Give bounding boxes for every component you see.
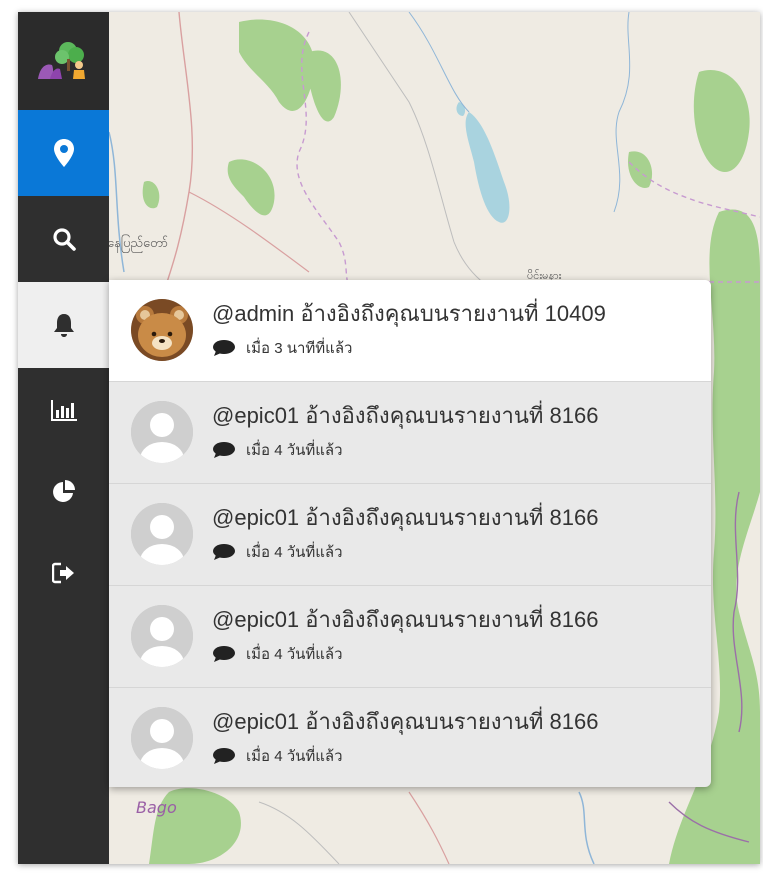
avatar	[131, 605, 193, 667]
comment-icon	[213, 544, 235, 560]
sidebar-item-notifications[interactable]	[18, 282, 109, 368]
map-marker-icon	[53, 139, 74, 167]
notification-time: เมื่อ 4 วันที่แล้ว	[246, 442, 343, 459]
notifications-popup: @admin อ้างอิงถึงคุณบนรายงานที่ 10409 เม…	[109, 280, 711, 787]
comment-icon	[213, 748, 235, 764]
avatar	[131, 503, 193, 565]
notification-item[interactable]: @epic01 อ้างอิงถึงคุณบนรายงานที่ 8166 เม…	[109, 586, 711, 688]
avatar	[131, 401, 193, 463]
notification-item[interactable]: @epic01 อ้างอิงถึงคุณบนรายงานที่ 8166 เม…	[109, 484, 711, 586]
search-icon	[52, 228, 76, 251]
avatar	[131, 707, 193, 769]
notification-item[interactable]: @epic01 อ้างอิงถึงคุณบนรายงานที่ 8166 เม…	[109, 382, 711, 484]
notification-message: @epic01 อ้างอิงถึงคุณบนรายงานที่ 8166	[212, 709, 599, 734]
notification-message: @epic01 อ้างอิงถึงคุณบนรายงานที่ 8166	[212, 505, 599, 530]
notification-time: เมื่อ 4 วันที่แล้ว	[246, 748, 343, 765]
sidebar-item-statistics[interactable]	[18, 382, 109, 438]
notification-item[interactable]: @admin อ้างอิงถึงคุณบนรายงานที่ 10409 เม…	[109, 280, 711, 382]
bell-icon	[53, 314, 74, 337]
notification-time: เมื่อ 4 วันที่แล้ว	[246, 646, 343, 663]
sidebar-item-search[interactable]	[18, 196, 109, 282]
app-logo[interactable]	[18, 12, 109, 110]
notification-time: เมื่อ 3 นาทีที่แล้ว	[246, 340, 353, 357]
notification-meta: เมื่อ 4 วันที่แล้ว	[212, 438, 343, 462]
pie-chart-icon	[52, 480, 75, 502]
bar-chart-icon	[50, 400, 77, 421]
notification-meta: เมื่อ 3 นาทีที่แล้ว	[212, 336, 352, 360]
comment-icon	[213, 340, 235, 356]
notification-meta: เมื่อ 4 วันที่แล้ว	[212, 642, 343, 666]
default-avatar-icon	[131, 401, 193, 463]
app-window: နေပြည်တော် ပိုင်းမနား Bago @admin อ้างอิ…	[18, 12, 760, 864]
bear-avatar-icon	[131, 299, 193, 361]
notification-meta: เมื่อ 4 วันที่แล้ว	[212, 744, 343, 768]
sidebar-item-logout[interactable]	[18, 545, 109, 601]
sidebar-item-map[interactable]	[18, 110, 109, 196]
sign-out-icon	[51, 562, 74, 584]
map-label-bago: Bago	[136, 798, 177, 817]
notification-item[interactable]: @epic01 อ้างอิงถึงคุณบนรายงานที่ 8166 เม…	[109, 688, 711, 787]
notification-message: @admin อ้างอิงถึงคุณบนรายงานที่ 10409	[212, 301, 606, 326]
notification-message: @epic01 อ้างอิงถึงคุณบนรายงานที่ 8166	[212, 607, 599, 632]
default-avatar-icon	[131, 707, 193, 769]
notification-time: เมื่อ 4 วันที่แล้ว	[246, 544, 343, 561]
default-avatar-icon	[131, 605, 193, 667]
default-avatar-icon	[131, 503, 193, 565]
map-label-city: နေပြည်တော်	[107, 236, 169, 251]
app-logo-icon	[37, 42, 85, 79]
comment-icon	[213, 442, 235, 458]
sidebar	[18, 12, 109, 864]
sidebar-item-pie-chart[interactable]	[18, 464, 109, 520]
comment-icon	[213, 646, 235, 662]
notification-meta: เมื่อ 4 วันที่แล้ว	[212, 540, 343, 564]
notification-message: @epic01 อ้างอิงถึงคุณบนรายงานที่ 8166	[212, 403, 599, 428]
avatar	[131, 299, 193, 361]
